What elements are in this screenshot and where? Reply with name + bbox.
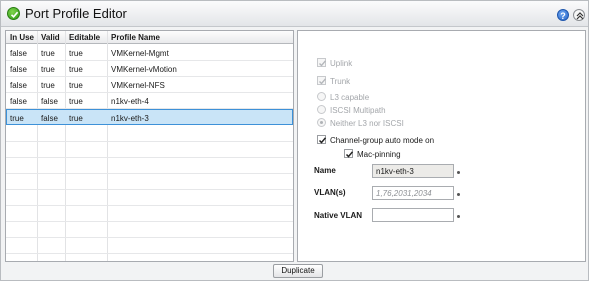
- cell-profile-name: n1kv-eth-4: [111, 97, 149, 106]
- cell-in-use: false: [10, 49, 27, 58]
- cell-valid: true: [41, 81, 55, 90]
- cell-profile-name: VMKernel-vMotion: [111, 65, 177, 74]
- column-header-valid[interactable]: Valid: [41, 33, 60, 42]
- required-indicator: [457, 215, 460, 218]
- cell-editable: true: [69, 81, 83, 90]
- cell-editable: true: [69, 65, 83, 74]
- table-row[interactable]: false false true n1kv-eth-4: [6, 93, 293, 109]
- collapse-icon[interactable]: [573, 9, 585, 21]
- iscsi-multipath-radio[interactable]: [317, 105, 326, 114]
- required-indicator: [457, 171, 460, 174]
- cell-editable: true: [69, 97, 83, 106]
- cell-editable: true: [69, 114, 83, 123]
- iscsi-multipath-label: ISCSI Multipath: [330, 106, 386, 115]
- column-header-editable[interactable]: Editable: [69, 33, 100, 42]
- port-profile-editor-window: Port Profile Editor ? In Use Valid Edita…: [0, 0, 589, 281]
- empty-row: [6, 222, 293, 238]
- mac-pinning-label: Mac-pinning: [357, 150, 401, 159]
- cell-profile-name: n1kv-eth-3: [111, 114, 149, 123]
- channel-group-label: Channel-group auto mode on: [330, 136, 435, 145]
- profile-properties-panel: Uplink Trunk L3 capable ISCSI Multipath …: [297, 30, 586, 262]
- help-icon[interactable]: ?: [557, 9, 569, 21]
- cell-in-use: false: [10, 65, 27, 74]
- empty-row: [6, 158, 293, 174]
- neither-l3-nor-iscsi-label: Neither L3 nor ISCSI: [330, 119, 404, 128]
- name-label: Name: [314, 166, 336, 175]
- action-bar: Duplicate: [5, 264, 586, 279]
- empty-row: [6, 238, 293, 254]
- cell-valid: true: [41, 65, 55, 74]
- cell-profile-name: VMKernel-Mgmt: [111, 49, 169, 58]
- native-vlan-label: Native VLAN: [314, 211, 363, 220]
- table-header: In Use Valid Editable Profile Name: [6, 31, 293, 44]
- vlans-label: VLAN(s): [314, 188, 346, 197]
- native-vlan-input[interactable]: [372, 208, 454, 222]
- l3-capable-label: L3 capable: [330, 93, 370, 102]
- channel-group-checkbox[interactable]: [317, 135, 327, 144]
- title-bar: Port Profile Editor ?: [1, 1, 588, 27]
- column-header-profile-name[interactable]: Profile Name: [111, 33, 160, 42]
- table-row-selected[interactable]: true false true n1kv-eth-3: [6, 109, 293, 125]
- mac-pinning-checkbox[interactable]: [344, 149, 354, 158]
- empty-row: [6, 142, 293, 158]
- trunk-label: Trunk: [330, 77, 351, 86]
- empty-row: [6, 206, 293, 222]
- name-field[interactable]: n1kv-eth-3: [372, 164, 454, 178]
- uplink-label: Uplink: [330, 59, 353, 68]
- trunk-checkbox[interactable]: [317, 76, 327, 85]
- vlans-input[interactable]: 1,76,2031,2034: [372, 186, 454, 200]
- cell-valid: false: [41, 97, 58, 106]
- column-header-in-use[interactable]: In Use: [10, 33, 34, 42]
- empty-row: [6, 126, 293, 142]
- table-row[interactable]: false true true VMKernel-Mgmt: [6, 45, 293, 61]
- duplicate-button[interactable]: Duplicate: [273, 264, 323, 278]
- uplink-checkbox[interactable]: [317, 58, 327, 67]
- cell-in-use: false: [10, 81, 27, 90]
- neither-l3-nor-iscsi-radio[interactable]: [317, 118, 326, 127]
- required-indicator: [457, 193, 460, 196]
- window-title: Port Profile Editor: [25, 6, 127, 21]
- table-row[interactable]: false true true VMKernel-NFS: [6, 77, 293, 93]
- cell-valid: false: [41, 114, 58, 123]
- empty-row: [6, 190, 293, 206]
- empty-row: [6, 174, 293, 190]
- l3-capable-radio[interactable]: [317, 92, 326, 101]
- cell-in-use: true: [10, 114, 24, 123]
- check-circle-icon: [7, 7, 20, 20]
- cell-profile-name: VMKernel-NFS: [111, 81, 165, 90]
- table-row[interactable]: false true true VMKernel-vMotion: [6, 61, 293, 77]
- cell-valid: true: [41, 49, 55, 58]
- profiles-table: In Use Valid Editable Profile Name false…: [5, 30, 294, 262]
- cell-in-use: false: [10, 97, 27, 106]
- cell-editable: true: [69, 49, 83, 58]
